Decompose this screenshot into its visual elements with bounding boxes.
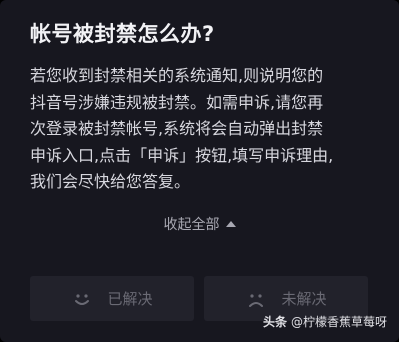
answer-line: 我们会尽快给您答复。: [30, 172, 191, 191]
watermark: 头条 @柠檬香蕉草莓呀: [263, 313, 387, 330]
faq-answer: 若您收到封禁相关的系统通知,则说明您的 抖音号涉嫌违规被封禁。如需申诉,请您再 …: [30, 63, 375, 196]
smile-face-icon: [75, 293, 90, 305]
collapse-all-label: 收起全部: [163, 217, 220, 233]
answer-line: 抖音号涉嫌违规被封禁。如需申诉,请您再: [30, 92, 324, 112]
watermark-handle: @柠檬香蕉草莓呀: [290, 315, 387, 329]
caret-up-icon: [225, 221, 236, 227]
watermark-brand: 头条: [262, 315, 287, 329]
solved-button[interactable]: 已解决: [30, 276, 194, 321]
answer-line: 若您收到封禁相关的系统通知,则说明您的: [30, 66, 324, 85]
faq-card: 帐号被封禁怎么办? 若您收到封禁相关的系统通知,则说明您的 抖音号涉嫌违规被封禁…: [0, 0, 399, 342]
answer-line: 次登录被封禁帐号,系统将会自动弹出封禁: [30, 119, 324, 138]
unsolved-label: 未解决: [281, 290, 327, 308]
solved-label: 已解决: [107, 290, 153, 308]
faq-title: 帐号被封禁怎么办?: [30, 22, 215, 46]
frown-face-icon: [249, 293, 264, 307]
collapse-all-button[interactable]: 收起全部: [0, 214, 399, 234]
answer-line: 申诉入口,点击「申诉」按钮,填写申诉理由,: [30, 145, 334, 165]
